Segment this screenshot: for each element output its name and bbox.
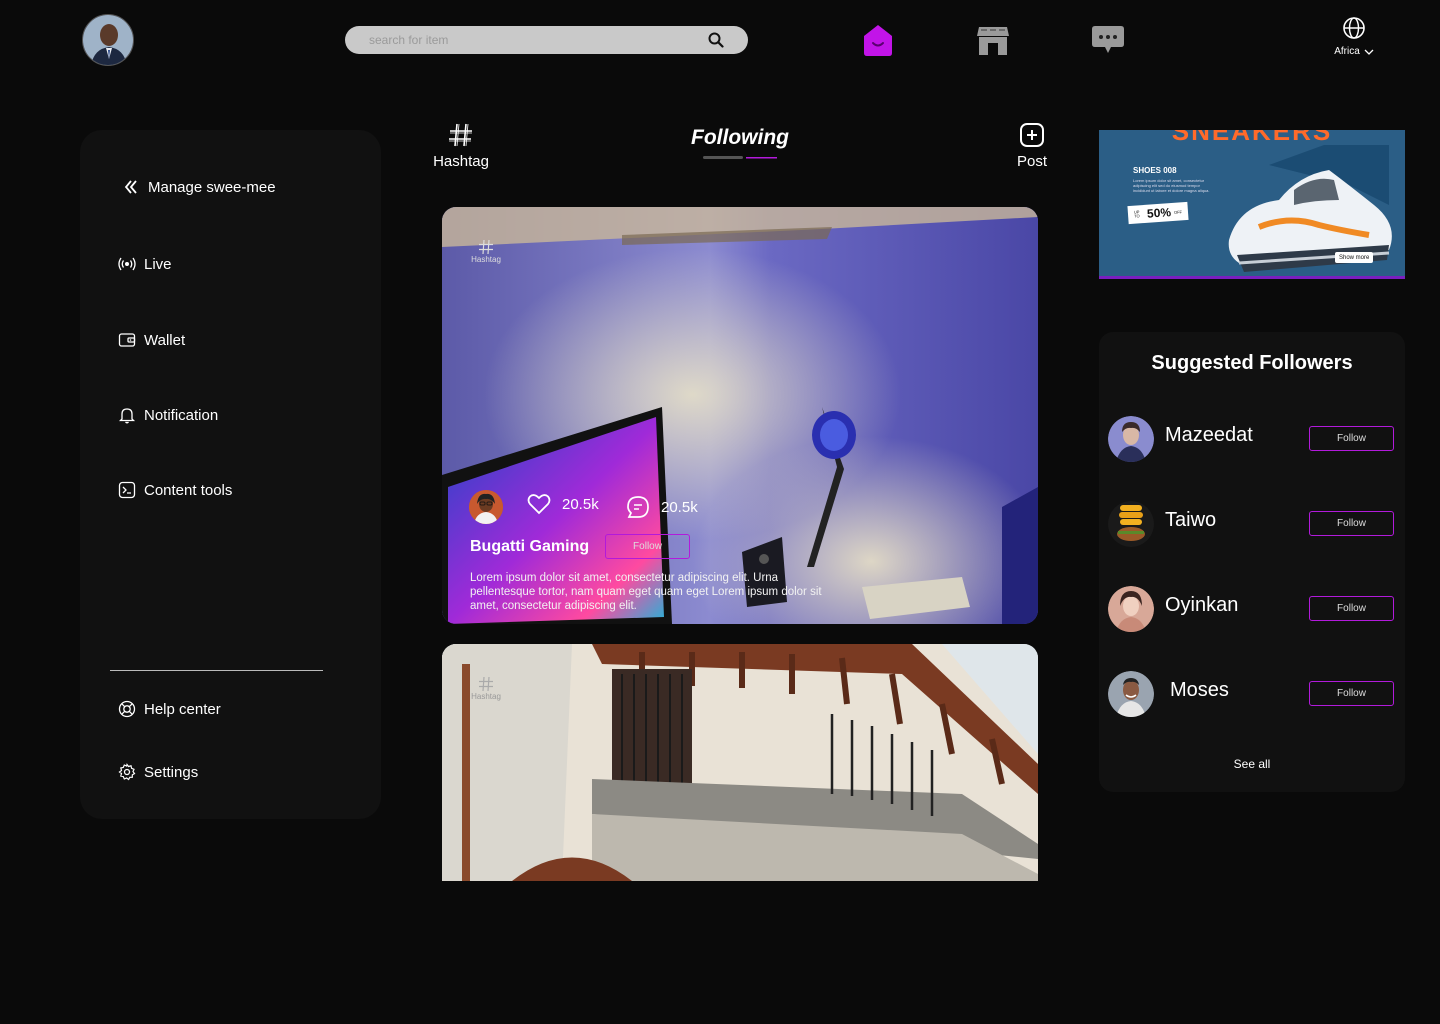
suggested-user[interactable]: Taiwo Follow xyxy=(1108,501,1396,549)
suggested-title: Suggested Followers xyxy=(1151,352,1353,374)
home-icon xyxy=(864,25,892,56)
sidebar-divider xyxy=(110,670,323,671)
sidebar-item-live[interactable]: Live xyxy=(118,255,172,273)
user-name: Taiwo xyxy=(1165,509,1217,531)
profile-avatar[interactable] xyxy=(82,14,134,66)
author-photo xyxy=(469,490,503,524)
chat-bubble-icon xyxy=(1092,26,1124,53)
heart-icon xyxy=(527,494,551,515)
follow-button[interactable]: Follow xyxy=(1309,511,1394,536)
sidebar-item-notification[interactable]: Notification xyxy=(118,406,218,424)
like-button[interactable]: 20.5k xyxy=(527,493,599,515)
user-name: Mazeedat xyxy=(1165,424,1253,446)
post-hashtag-badge[interactable]: Hashtag xyxy=(470,676,502,701)
user-name: Oyinkan xyxy=(1165,594,1239,616)
comment-button[interactable]: 20.5k xyxy=(626,495,698,519)
sidebar-item-label: Notification xyxy=(144,406,219,424)
globe-icon xyxy=(1343,17,1365,39)
sidebar: Manage swee-mee Live Wallet Notification… xyxy=(80,130,381,819)
hashtag-icon xyxy=(449,123,472,147)
sidebar-item-wallet[interactable]: Wallet xyxy=(118,331,185,349)
tab-following[interactable]: Following xyxy=(640,126,840,150)
search-bar[interactable] xyxy=(345,26,748,54)
terminal-icon xyxy=(118,481,136,499)
ad-discount-suffix: OFF xyxy=(1173,208,1183,215)
post-caption: Lorem ipsum dolor sit amet, consectetur … xyxy=(470,572,822,612)
sidebar-item-label: Live xyxy=(144,255,172,273)
following-tab-indicator xyxy=(703,156,777,159)
tab-hashtag-label: Hashtag xyxy=(433,153,489,170)
add-post-icon xyxy=(1020,123,1044,147)
home-nav-button[interactable] xyxy=(861,22,895,58)
sidebar-item-label: Content tools xyxy=(144,481,233,499)
follow-button[interactable]: Follow xyxy=(1309,426,1394,451)
tab-hashtag[interactable]: Hashtag xyxy=(428,121,494,170)
ad-discount-badge: UP TO 50% OFF xyxy=(1127,201,1189,225)
sidebar-item-help-center[interactable]: Help center xyxy=(118,700,221,718)
person-photo xyxy=(83,15,133,65)
lifebuoy-icon xyxy=(118,700,136,718)
sidebar-item-label: Settings xyxy=(144,763,199,781)
search-icon[interactable] xyxy=(708,32,724,48)
suggested-user[interactable]: Moses Follow xyxy=(1108,671,1396,719)
post-hashtag-label: Hashtag xyxy=(471,692,501,701)
comment-icon xyxy=(627,496,649,518)
follow-button[interactable]: Follow xyxy=(1309,681,1394,706)
author-name[interactable]: Bugatti Gaming xyxy=(470,538,589,556)
user-avatar xyxy=(1108,671,1154,717)
user-avatar xyxy=(1108,501,1154,547)
post-hashtag-badge[interactable]: Hashtag xyxy=(470,239,502,264)
comment-count: 20.5k xyxy=(661,498,698,516)
post-button-label: Post xyxy=(1016,153,1047,170)
language-label: Africa xyxy=(1334,46,1360,57)
wallet-icon xyxy=(118,333,136,347)
ad-product-name: SHOES 008 xyxy=(1133,166,1177,175)
hashtag-icon xyxy=(479,676,493,692)
sidebar-item-settings[interactable]: Settings xyxy=(118,763,198,781)
sidebar-item-label: Wallet xyxy=(144,331,186,349)
user-avatar xyxy=(1108,416,1154,462)
ad-banner[interactable]: SNEAKERS SHOES 008 Lorem ipsum dolor sit… xyxy=(1099,130,1405,279)
sidebar-item-content-tools[interactable]: Content tools xyxy=(118,481,232,499)
search-input[interactable] xyxy=(369,33,708,47)
hashtag-icon xyxy=(479,239,493,255)
suggested-followers-panel: Suggested Followers Mazeedat Follow Taiw… xyxy=(1099,332,1405,792)
store-icon xyxy=(977,27,1009,55)
suggested-user[interactable]: Oyinkan Follow xyxy=(1108,586,1396,634)
feed-post[interactable]: Hashtag xyxy=(442,644,1038,881)
see-all-link[interactable]: See all xyxy=(1099,757,1405,771)
bell-icon xyxy=(118,408,136,424)
chevrons-left-icon xyxy=(124,180,137,194)
user-name: Moses xyxy=(1170,679,1229,701)
sidebar-item-label: Manage swee-mee xyxy=(148,178,276,196)
post-photo xyxy=(442,644,1038,881)
ad-cta-button[interactable]: Show more xyxy=(1335,252,1374,263)
store-nav-button[interactable] xyxy=(976,22,1010,58)
messages-nav-button[interactable] xyxy=(1091,22,1125,58)
chevron-down-icon xyxy=(1364,49,1374,55)
post-button[interactable]: Post xyxy=(1010,122,1054,170)
user-avatar xyxy=(1108,586,1154,632)
feed-post[interactable]: Hashtag 20.5k 20.5k Bugatti Gaming Follo… xyxy=(442,207,1038,624)
gear-icon xyxy=(118,763,136,781)
like-count: 20.5k xyxy=(562,495,599,513)
follow-button[interactable]: Follow xyxy=(1309,596,1394,621)
follow-author-button[interactable]: Follow xyxy=(605,534,690,559)
sidebar-item-manage[interactable]: Manage swee-mee xyxy=(122,178,276,196)
live-broadcast-icon xyxy=(118,257,136,271)
language-selector[interactable]: Africa xyxy=(1326,16,1382,64)
author-avatar[interactable] xyxy=(469,490,503,524)
ad-discount-prefix: UP TO xyxy=(1133,209,1140,219)
post-photo xyxy=(442,207,1038,624)
suggested-user[interactable]: Mazeedat Follow xyxy=(1108,416,1396,464)
sidebar-item-label: Help center xyxy=(144,700,221,718)
ad-discount: 50% xyxy=(1146,205,1172,221)
post-hashtag-label: Hashtag xyxy=(471,255,501,264)
